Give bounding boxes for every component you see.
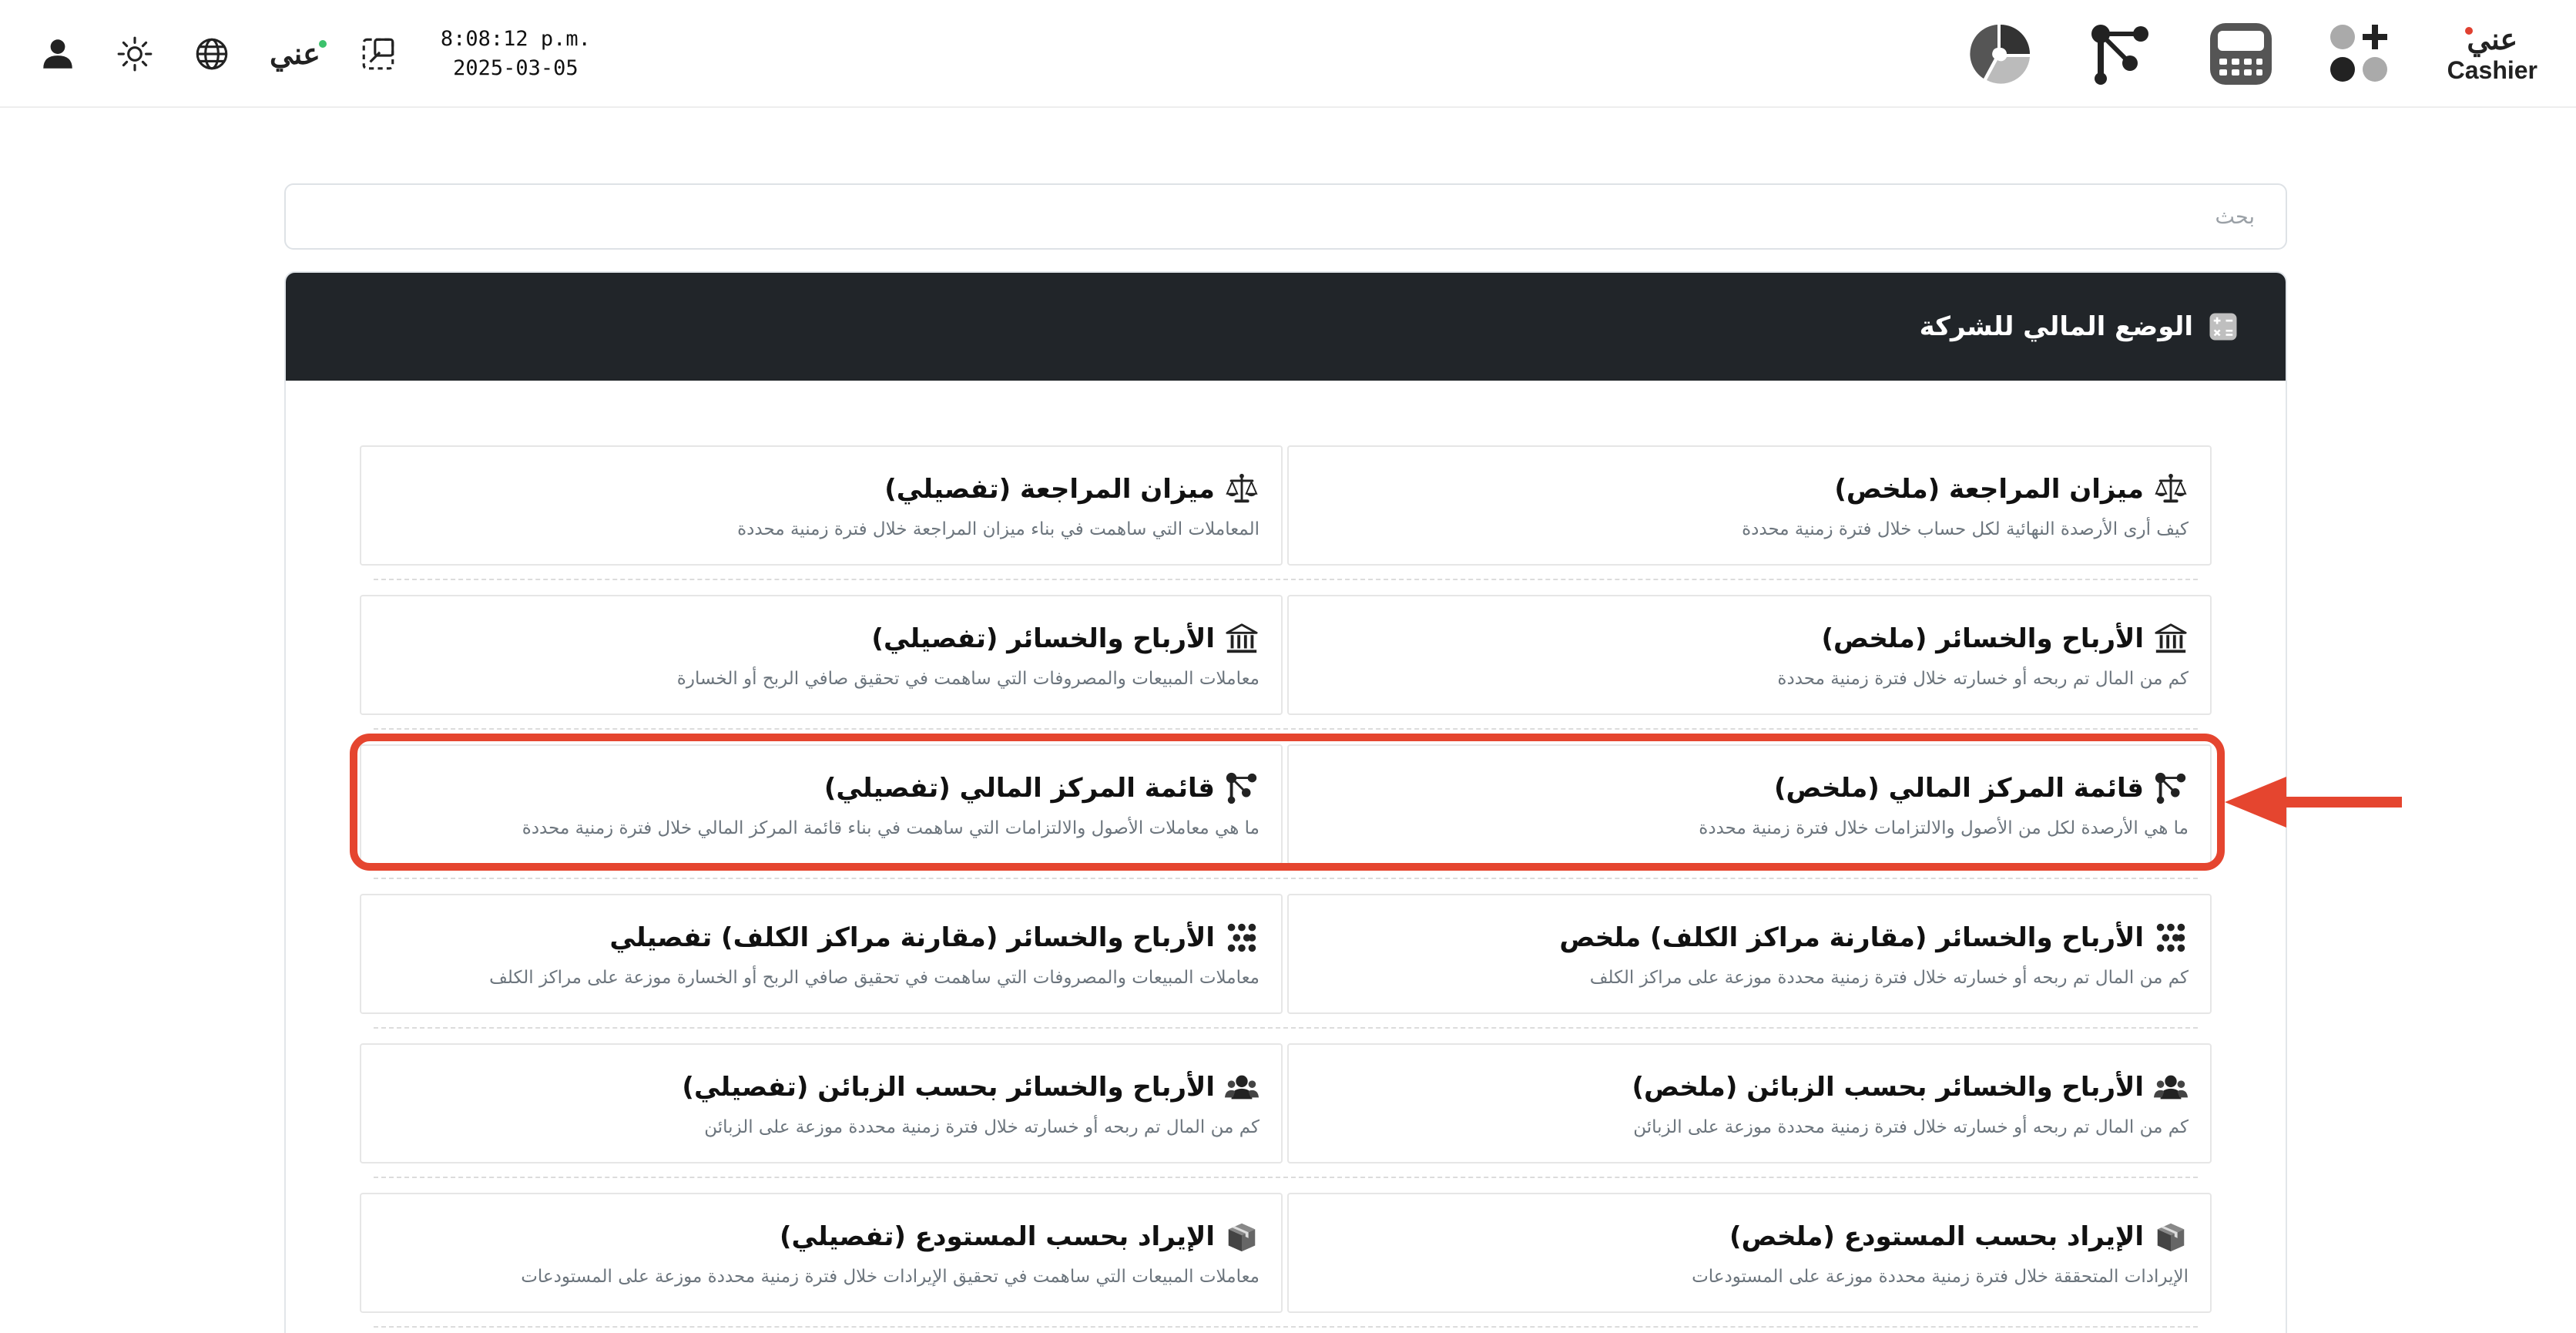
- users-icon: [1224, 1069, 1259, 1105]
- users-icon: [2153, 1069, 2189, 1105]
- network-icon[interactable]: [2087, 20, 2155, 88]
- grid-dots-icon: [2153, 920, 2189, 955]
- report-profit-loss-summary[interactable]: الأرباح والخسائر (ملخص) كم من المال تم ر…: [1287, 595, 2212, 715]
- report-description: كم من المال تم ربحه أو خسارته خلال فترة …: [1777, 669, 2189, 689]
- cashier-logo-mark: ﻋﻨﻲ: [2465, 24, 2518, 56]
- report-customers-detailed[interactable]: الأرباح والخسائر بحسب الزبائن (تفصيلي) ك…: [360, 1043, 1283, 1163]
- report-title-text: ميزان المراجعة (ملخص): [1834, 474, 2144, 505]
- report-title-text: الأرباح والخسائر (مقارنة مراكز الكلف) مل…: [1559, 922, 2144, 953]
- report-row: الأرباح والخسائر بحسب الزبائن (ملخص) كم …: [360, 1043, 2212, 1178]
- report-cost-centers-detailed[interactable]: الأرباح والخسائر (مقارنة مراكز الكلف) تف…: [360, 894, 1283, 1014]
- top-bar: ﻋﻨﻲ 8:08:12 p.m. 2025-03-05 ﻋﻨﻲ Cashier: [0, 0, 2576, 108]
- brand-logo[interactable]: ﻋﻨﻲ: [270, 37, 327, 72]
- bank-icon: [1224, 621, 1259, 656]
- brand-logo-text: ﻋﻨﻲ: [270, 38, 320, 71]
- report-title-text: الإيراد بحسب المستودع (ملخص): [1729, 1221, 2144, 1252]
- network-icon: [2153, 771, 2189, 806]
- report-profit-loss-detailed[interactable]: الأرباح والخسائر (تفصيلي) معاملات المبيع…: [360, 595, 1283, 715]
- cashier-logo-text: ﻋﻨﻲ: [2467, 24, 2518, 56]
- app-launcher: ﻋﻨﻲ Cashier: [1967, 15, 2537, 92]
- reports-grid: ميزان المراجعة (ملخص) كيف أرى الأرصدة ال…: [360, 445, 2212, 1333]
- report-description: كم من المال تم ربحه أو خسارته خلال فترة …: [1633, 1117, 2189, 1137]
- financial-reports-card: الوضع المالي للشركة ميزان المراجعة (ملخص…: [284, 271, 2287, 1333]
- screenshot-icon[interactable]: [359, 35, 397, 73]
- report-title-text: الأرباح والخسائر بحسب الزبائن (تفصيلي): [682, 1072, 1215, 1103]
- report-balance-sheet-summary[interactable]: قائمة المركز المالي (ملخص) ما هي الأرصدة…: [1287, 744, 2212, 865]
- report-description: معاملات المبيعات والمصروفات التي ساهمت ف…: [489, 968, 1259, 988]
- online-status-dot: [318, 39, 327, 48]
- report-balance-sheet-detailed[interactable]: قائمة المركز المالي (تفصيلي) ما هي معامل…: [360, 744, 1283, 865]
- calculator-icon[interactable]: [2207, 20, 2275, 88]
- report-title-text: الأرباح والخسائر بحسب الزبائن (ملخص): [1632, 1072, 2145, 1103]
- report-row: الأرباح والخسائر (مقارنة مراكز الكلف) مل…: [360, 894, 2212, 1029]
- report-row: قائمة المركز المالي (ملخص) ما هي الأرصدة…: [360, 744, 2212, 879]
- report-title: قائمة المركز المالي (ملخص): [1310, 769, 2189, 808]
- pie-chart-icon[interactable]: [1967, 20, 2034, 88]
- report-title-text: قائمة المركز المالي (تفصيلي): [823, 773, 1215, 804]
- scale-icon: [1224, 472, 1259, 507]
- report-title-text: قائمة المركز المالي (ملخص): [1773, 773, 2144, 804]
- report-description: معاملات المبيعات والمصروفات التي ساهمت ف…: [676, 669, 1259, 689]
- report-row: الإيراد بحسب المستودع (ملخص) الإيرادات ا…: [360, 1193, 2212, 1328]
- section-header: الوضع المالي للشركة: [286, 273, 2286, 381]
- report-customers-summary[interactable]: الأرباح والخسائر بحسب الزبائن (ملخص) كم …: [1287, 1043, 2212, 1163]
- report-title-text: الأرباح والخسائر (تفصيلي): [871, 623, 1215, 654]
- clock-time: 8:08:12 p.m.: [440, 27, 591, 51]
- cashier-logo[interactable]: ﻋﻨﻲ Cashier: [2447, 25, 2537, 82]
- report-cost-centers-summary[interactable]: الأرباح والخسائر (مقارنة مراكز الكلف) مل…: [1287, 894, 2212, 1014]
- report-description: كم من المال تم ربحه أو خسارته خلال فترة …: [1589, 968, 2189, 988]
- report-trial-balance-summary[interactable]: ميزان المراجعة (ملخص) كيف أرى الأرصدة ال…: [1287, 445, 2212, 566]
- user-icon[interactable]: [39, 35, 77, 73]
- grid-dots-icon: [1224, 920, 1259, 955]
- calculator-icon: [2207, 311, 2239, 343]
- report-title: الأرباح والخسائر (ملخص): [1310, 619, 2189, 658]
- globe-icon[interactable]: [193, 35, 231, 73]
- report-description: الإيرادات المتحققة خلال فترة زمنية محددة…: [1692, 1267, 2189, 1287]
- report-title: قائمة المركز المالي (تفصيلي): [383, 769, 1259, 808]
- cashier-label: Cashier: [2447, 56, 2537, 84]
- search-placeholder: بحث: [2215, 204, 2255, 229]
- report-warehouse-revenue-summary[interactable]: الإيراد بحسب المستودع (ملخص) الإيرادات ا…: [1287, 1193, 2212, 1313]
- warehouse-box-icon: [2153, 1219, 2189, 1254]
- apps-icon[interactable]: [2327, 20, 2395, 88]
- report-description: كم من المال تم ربحه أو خسارته خلال فترة …: [704, 1117, 1259, 1137]
- bank-icon: [2153, 621, 2189, 656]
- clock-date: 2025-03-05: [453, 56, 579, 80]
- report-title-text: الأرباح والخسائر (ملخص): [1821, 623, 2145, 654]
- report-title: ميزان المراجعة (تفصيلي): [383, 470, 1259, 509]
- report-row: الأرباح والخسائر (ملخص) كم من المال تم ر…: [360, 595, 2212, 730]
- report-title: الأرباح والخسائر بحسب الزبائن (ملخص): [1310, 1068, 2189, 1106]
- report-description: معاملات المبيعات التي ساهمت في تحقيق الإ…: [521, 1267, 1259, 1287]
- warehouse-box-icon: [1224, 1219, 1259, 1254]
- report-title: الأرباح والخسائر (مقارنة مراكز الكلف) مل…: [1310, 918, 2189, 957]
- report-title-text: ميزان المراجعة (تفصيلي): [884, 474, 1215, 505]
- scale-icon: [2153, 472, 2189, 507]
- report-row: ميزان المراجعة (ملخص) كيف أرى الأرصدة ال…: [360, 445, 2212, 580]
- search-input[interactable]: بحث: [284, 183, 2287, 250]
- top-bar-left: ﻋﻨﻲ 8:08:12 p.m. 2025-03-05: [39, 23, 591, 85]
- report-warehouse-revenue-detailed[interactable]: الإيراد بحسب المستودع (تفصيلي) معاملات ا…: [360, 1193, 1283, 1313]
- report-title: الإيراد بحسب المستودع (تفصيلي): [383, 1217, 1259, 1256]
- report-description: ما هي الأرصدة لكل من الأصول والالتزامات …: [1699, 818, 2189, 838]
- annotation-arrow-icon: [2225, 777, 2402, 828]
- clock: 8:08:12 p.m. 2025-03-05: [441, 25, 591, 83]
- report-title: الإيراد بحسب المستودع (ملخص): [1310, 1217, 2189, 1256]
- report-title: ميزان المراجعة (ملخص): [1310, 470, 2189, 509]
- brightness-icon[interactable]: [116, 35, 154, 73]
- report-title-text: الأرباح والخسائر (مقارنة مراكز الكلف) تف…: [609, 922, 1215, 953]
- report-description: المعاملات التي ساهمت في بناء ميزان المرا…: [737, 519, 1259, 539]
- section-title: الوضع المالي للشركة: [1919, 311, 2193, 342]
- report-description: ما هي معاملات الأصول والالتزامات التي سا…: [522, 818, 1259, 838]
- report-title: الأرباح والخسائر بحسب الزبائن (تفصيلي): [383, 1068, 1259, 1106]
- report-trial-balance-detailed[interactable]: ميزان المراجعة (تفصيلي) المعاملات التي س…: [360, 445, 1283, 566]
- report-title: الأرباح والخسائر (مقارنة مراكز الكلف) تف…: [383, 918, 1259, 957]
- report-title: الأرباح والخسائر (تفصيلي): [383, 619, 1259, 658]
- report-description: كيف أرى الأرصدة النهائية لكل حساب خلال ف…: [1742, 519, 2189, 539]
- report-title-text: الإيراد بحسب المستودع (تفصيلي): [779, 1221, 1215, 1252]
- network-icon: [1224, 771, 1259, 806]
